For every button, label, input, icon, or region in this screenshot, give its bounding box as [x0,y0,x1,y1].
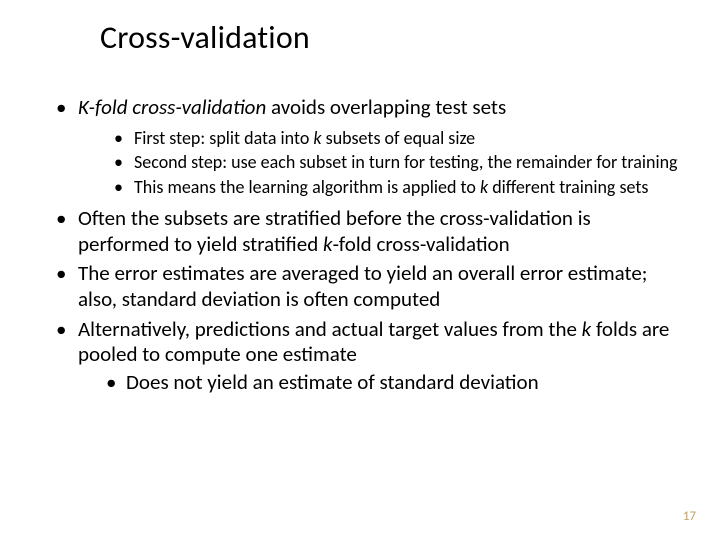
bullet-1-sub-1: First step: split data into k subsets of… [108,127,680,150]
bullet-4-sub-1: Does not yield an estimate of standard d… [100,370,680,396]
bullet-3: The error estimates are averaged to yiel… [48,261,680,312]
bullet-1-sub-3: This means the learning algorithm is app… [108,176,680,199]
bullet-1: K-fold cross-validation avoids overlappi… [48,95,680,198]
bullet-2-i: k [323,231,333,257]
bullet-4: Alternatively, predictions and actual ta… [48,317,680,396]
page-number: 17 [683,509,696,524]
bullet-1-rest: avoids overlapping test sets [266,94,506,120]
bullet-1-sub-1-b: subsets of equal size [322,127,476,149]
bullet-1-sublist: First step: split data into k subsets of… [78,127,680,199]
bullet-4-a: Alternatively, predictions and actual ta… [78,316,582,342]
bullet-2-b: -fold cross-validation [333,231,510,257]
slide-title: Cross-validation [100,18,680,57]
bullet-1-sub-3-b: different training sets [488,176,648,198]
bullet-4-sublist: Does not yield an estimate of standard d… [78,370,680,396]
bullet-1-sub-3-a: This means the learning algorithm is app… [134,176,480,198]
bullet-1-sub-2: Second step: use each subset in turn for… [108,151,680,174]
bullet-4-i: k [582,316,592,342]
bullet-1-italic: K-fold cross-validation [78,94,266,120]
bullet-1-sub-1-i: k [313,127,321,149]
bullet-1-sub-1-a: First step: split data into [134,127,313,149]
slide: Cross-validation K-fold cross-validation… [0,0,720,540]
bullet-list: K-fold cross-validation avoids overlappi… [40,95,680,395]
bullet-1-sub-3-i: k [480,176,488,198]
bullet-2: Often the subsets are stratified before … [48,206,680,257]
